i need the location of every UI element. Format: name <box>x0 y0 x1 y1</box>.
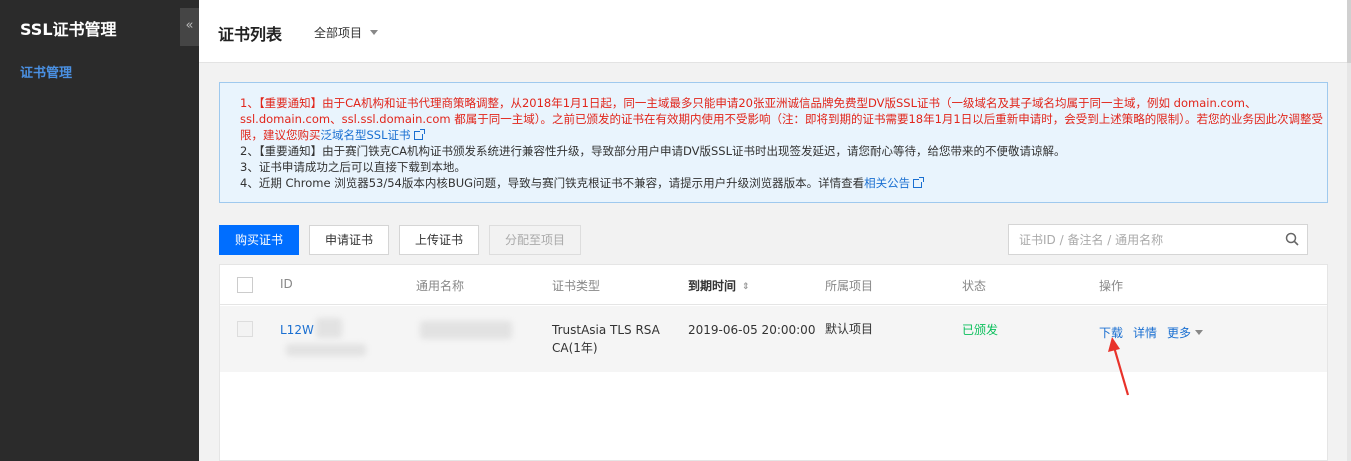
redacted-common-name <box>420 321 512 339</box>
table-header: ID 通用名称 证书类型 到期时间 ⇕ 所属项目 状态 操作 <box>220 265 1327 305</box>
notice-line-4: 4、近期 Chrome 浏览器53/54版本内核BUG问题，导致与赛门铁克根证书… <box>240 175 1327 191</box>
project-filter-label: 全部项目 <box>314 26 363 40</box>
search-box <box>1008 224 1308 255</box>
page-title: 证书列表 <box>218 25 283 44</box>
column-header-status: 状态 <box>962 279 987 293</box>
apply-cert-button[interactable]: 申请证书 <box>309 225 389 255</box>
announcement-link[interactable]: 相关公告 <box>864 176 910 190</box>
column-header-expire-label: 到期时间 <box>688 279 737 293</box>
column-header-id: ID <box>280 277 293 291</box>
notice-line-2: 2、【重要通知】由于赛门铁克CA机构证书颁发系统进行兼容性升级，导致部分用户申请… <box>240 144 1066 158</box>
upload-cert-button[interactable]: 上传证书 <box>399 225 479 255</box>
wildcard-cert-link[interactable]: 泛域名型SSL证书 <box>321 128 411 142</box>
search-icon[interactable] <box>1285 232 1299 246</box>
status-badge: 已颁发 <box>962 323 999 337</box>
buy-cert-button[interactable]: 购买证书 <box>219 225 299 255</box>
notice-line-4-text: 4、近期 Chrome 浏览器53/54版本内核BUG问题，导致与赛门铁克根证书… <box>240 176 865 190</box>
cert-type-line-1: TrustAsia TLS RSA <box>552 323 660 337</box>
table-row: L12W TrustAsia TLS RSA CA(1年) 2019-06-05… <box>220 306 1327 372</box>
assign-project-button: 分配至项目 <box>489 225 581 255</box>
notice-box: 1、【重要通知】由于CA机构和证书代理商策略调整，从2018年1月1日起，同一主… <box>219 82 1328 203</box>
project-filter-dropdown[interactable]: 全部项目 <box>314 24 379 41</box>
sidebar: SSL证书管理 « 证书管理 <box>0 0 199 461</box>
cert-table: ID 通用名称 证书类型 到期时间 ⇕ 所属项目 状态 操作 L12W Trust… <box>219 264 1328 461</box>
external-link-icon <box>913 177 925 188</box>
redacted-region <box>316 318 342 338</box>
more-dropdown[interactable]: 更多 <box>1167 324 1204 341</box>
chevron-down-icon <box>1195 330 1204 335</box>
project-name: 默认项目 <box>825 322 874 336</box>
scrollbar[interactable] <box>1347 0 1351 63</box>
column-header-expire[interactable]: 到期时间 ⇕ <box>688 277 750 294</box>
cert-type: TrustAsia TLS RSA CA(1年) <box>552 321 660 357</box>
search-input[interactable] <box>1009 225 1269 254</box>
column-header-cert-type: 证书类型 <box>552 279 601 293</box>
sidebar-title: SSL证书管理 <box>20 20 117 39</box>
column-header-actions: 操作 <box>1099 279 1124 293</box>
more-label: 更多 <box>1167 326 1192 340</box>
redacted-region <box>286 344 366 356</box>
sort-icon[interactable]: ⇕ <box>742 282 750 292</box>
row-checkbox[interactable] <box>237 321 253 337</box>
annotation-arrow-icon <box>1108 337 1130 396</box>
sidebar-item-cert-management[interactable]: 证书管理 <box>20 62 72 81</box>
select-all-checkbox[interactable] <box>237 277 253 293</box>
cert-id-link[interactable]: L12W <box>280 321 314 339</box>
cert-type-line-2: CA(1年) <box>552 341 598 355</box>
collapse-sidebar-button[interactable]: « <box>180 8 199 46</box>
external-link-icon <box>413 129 425 140</box>
chevron-down-icon <box>370 30 379 35</box>
notice-line-1: 1、【重要通知】由于CA机构和证书代理商策略调整，从2018年1月1日起，同一主… <box>240 95 1327 143</box>
scrollbar[interactable] <box>1347 63 1351 461</box>
column-header-project: 所属项目 <box>825 279 874 293</box>
column-header-common-name: 通用名称 <box>416 279 465 293</box>
notice-line-3: 3、证书申请成功之后可以直接下载到本地。 <box>240 160 466 174</box>
page-header: 证书列表 全部项目 <box>199 0 1351 63</box>
expire-time: 2019-06-05 20:00:00 <box>688 323 816 337</box>
